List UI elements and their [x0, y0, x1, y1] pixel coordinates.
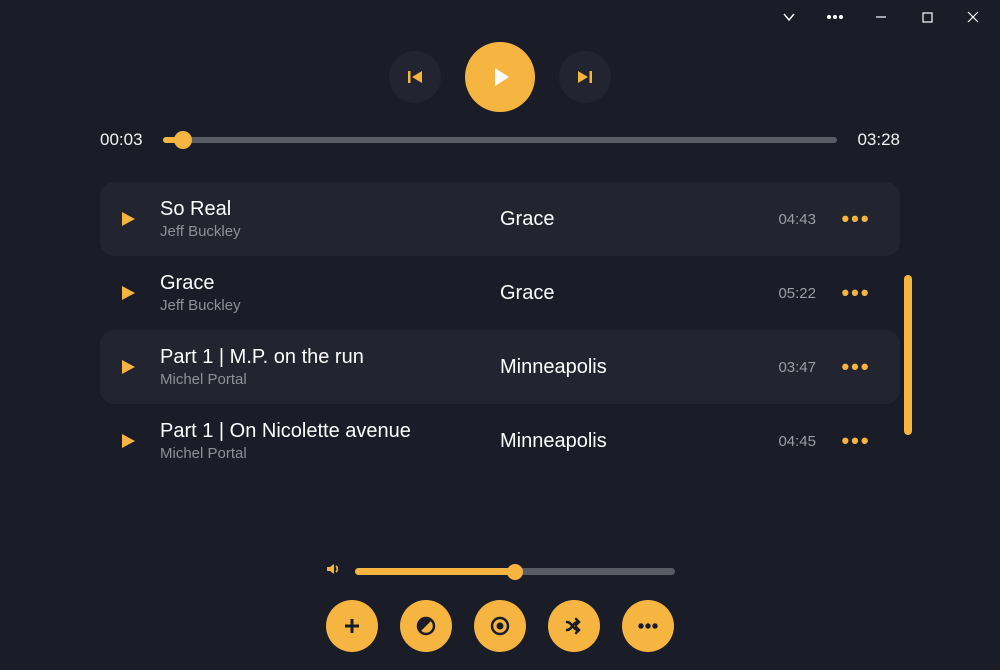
seek-bar: 00:03 03:28: [100, 130, 900, 150]
track-duration: 05:22: [778, 285, 816, 302]
previous-button[interactable]: [389, 51, 441, 103]
add-button[interactable]: [326, 600, 378, 652]
track-duration: 04:43: [778, 211, 816, 228]
track-more-button[interactable]: •••: [836, 280, 876, 306]
track-duration: 04:45: [778, 433, 816, 450]
scrollbar-thumb[interactable]: [904, 275, 912, 435]
window-minimize-button[interactable]: [858, 0, 904, 34]
track-meta: So Real Jeff Buckley: [160, 198, 480, 240]
track-artist: Michel Portal: [160, 371, 480, 388]
bottom-toolbar: [0, 600, 1000, 652]
playlist-scrollbar[interactable]: [904, 275, 912, 435]
shuffle-button[interactable]: [548, 600, 600, 652]
play-icon[interactable]: [116, 432, 140, 450]
track-album: Grace: [500, 208, 758, 231]
track-title: So Real: [160, 198, 480, 221]
total-time: 03:28: [857, 130, 900, 150]
play-icon[interactable]: [116, 210, 140, 228]
track-row[interactable]: Grace Jeff Buckley Grace 05:22 •••: [100, 256, 900, 330]
app-menu-button[interactable]: [812, 0, 858, 34]
volume-track[interactable]: [355, 568, 675, 575]
track-row[interactable]: Part 1 | On Nicolette avenue Michel Port…: [100, 404, 900, 478]
track-meta: Part 1 | M.P. on the run Michel Portal: [160, 346, 480, 388]
track-artist: Jeff Buckley: [160, 297, 480, 314]
play-icon[interactable]: [116, 358, 140, 376]
record-button[interactable]: [474, 600, 526, 652]
player-controls: 00:03 03:28: [0, 34, 1000, 150]
track-more-button[interactable]: •••: [836, 428, 876, 454]
track-row[interactable]: Part 1 | M.P. on the run Michel Portal M…: [100, 330, 900, 404]
play-button[interactable]: [465, 42, 535, 112]
track-row[interactable]: So Real Jeff Buckley Grace 04:43 •••: [100, 182, 900, 256]
volume-thumb[interactable]: [507, 564, 523, 580]
track-album: Grace: [500, 282, 758, 305]
seek-thumb[interactable]: [174, 131, 192, 149]
seek-track[interactable]: [163, 137, 838, 143]
track-artist: Michel Portal: [160, 445, 480, 462]
track-album: Minneapolis: [500, 430, 758, 453]
play-icon[interactable]: [116, 284, 140, 302]
track-duration: 03:47: [778, 359, 816, 376]
next-button[interactable]: [559, 51, 611, 103]
window-close-button[interactable]: [950, 0, 996, 34]
track-meta: Part 1 | On Nicolette avenue Michel Port…: [160, 420, 480, 462]
playlist: So Real Jeff Buckley Grace 04:43 ••• Gra…: [100, 182, 900, 530]
window-titlebar: [0, 0, 1000, 34]
track-meta: Grace Jeff Buckley: [160, 272, 480, 314]
effects-button[interactable]: [400, 600, 452, 652]
track-title: Part 1 | M.P. on the run: [160, 346, 480, 369]
volume-control: [0, 561, 1000, 582]
track-more-button[interactable]: •••: [836, 206, 876, 232]
track-artist: Jeff Buckley: [160, 223, 480, 240]
track-album: Minneapolis: [500, 356, 758, 379]
track-title: Part 1 | On Nicolette avenue: [160, 420, 480, 443]
window-maximize-button[interactable]: [904, 0, 950, 34]
track-more-button[interactable]: •••: [836, 354, 876, 380]
track-title: Grace: [160, 272, 480, 295]
dropdown-button[interactable]: [766, 0, 812, 34]
elapsed-time: 00:03: [100, 130, 143, 150]
volume-icon: [325, 561, 341, 582]
more-button[interactable]: [622, 600, 674, 652]
